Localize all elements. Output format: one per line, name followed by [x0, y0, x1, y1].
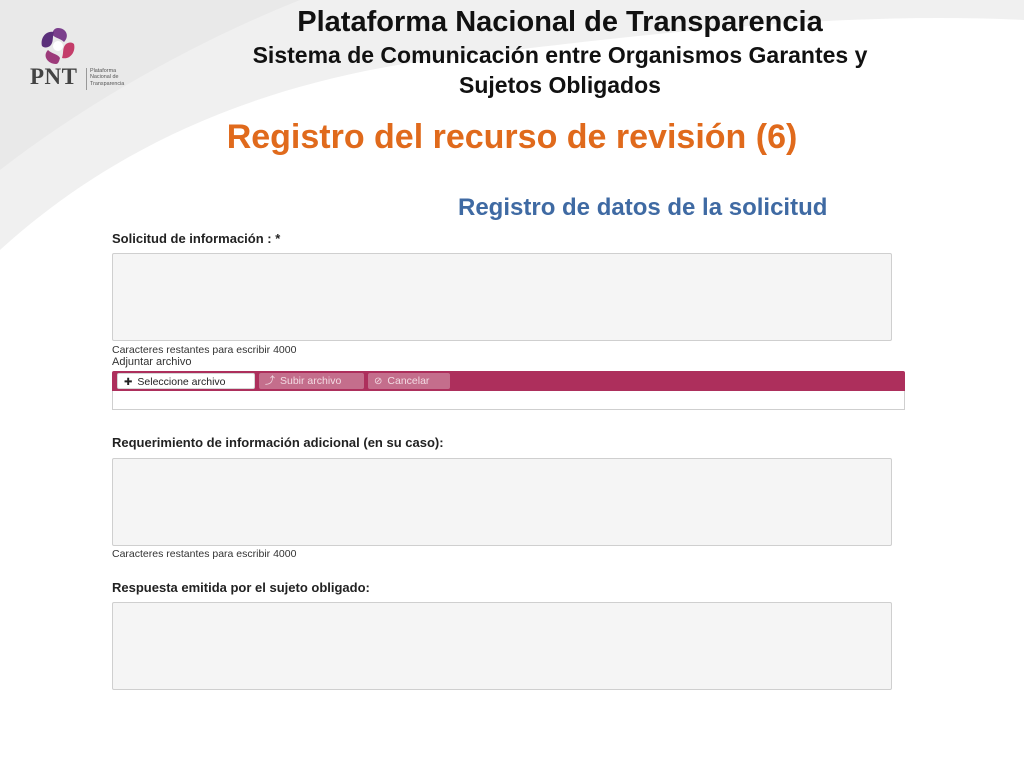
pnt-logo-text: PNT: [30, 64, 78, 89]
pnt-logo: PNT Plataforma Nacional de Transparencia: [28, 24, 138, 94]
requerimiento-char-counter: Caracteres restantes para escribir 4000: [112, 548, 297, 560]
solicitud-label: Solicitud de información : *: [112, 231, 281, 246]
solicitud-textarea[interactable]: [112, 253, 892, 341]
sub-section-title: Registro de datos de la solicitud: [458, 194, 828, 221]
cancel-upload-label: Cancelar: [387, 375, 430, 387]
requerimiento-textarea[interactable]: [112, 458, 892, 546]
respuesta-textarea[interactable]: [112, 602, 892, 690]
page-header: Plataforma Nacional de Transparencia Sis…: [130, 4, 990, 100]
upload-file-label: Subir archivo: [280, 375, 342, 387]
page-subtitle-line1: Sistema de Comunicación entre Organismos…: [252, 42, 868, 68]
section-title: Registro del recurso de revisión (6): [226, 118, 798, 156]
pnt-logo-icon: [41, 28, 75, 64]
solicitud-char-counter: Caracteres restantes para escribir 4000: [112, 344, 297, 356]
upload-icon: ⤴: [265, 376, 275, 387]
cancel-upload-button[interactable]: ⊘ Cancelar: [368, 373, 450, 389]
respuesta-label: Respuesta emitida por el sujeto obligado…: [112, 580, 370, 595]
attach-file-label: Adjuntar archivo: [112, 356, 192, 368]
file-drop-area[interactable]: [112, 391, 905, 410]
plus-icon: ✚: [124, 377, 133, 388]
page-subtitle-line2: Sujetos Obligados: [459, 72, 661, 98]
select-file-button[interactable]: ✚ Seleccione archivo: [117, 373, 255, 389]
logo-divider: [86, 68, 87, 90]
file-upload-toolbar: ✚ Seleccione archivo ⤴ Subir archivo ⊘ Canc…: [112, 371, 905, 391]
page-title: Plataforma Nacional de Transparencia: [297, 6, 823, 38]
upload-file-button[interactable]: ⤴ Subir archivo: [259, 373, 364, 389]
requerimiento-label: Requerimiento de información adicional (…: [112, 435, 444, 450]
ban-icon: ⊘: [374, 376, 383, 387]
select-file-label: Seleccione archivo: [137, 376, 226, 388]
